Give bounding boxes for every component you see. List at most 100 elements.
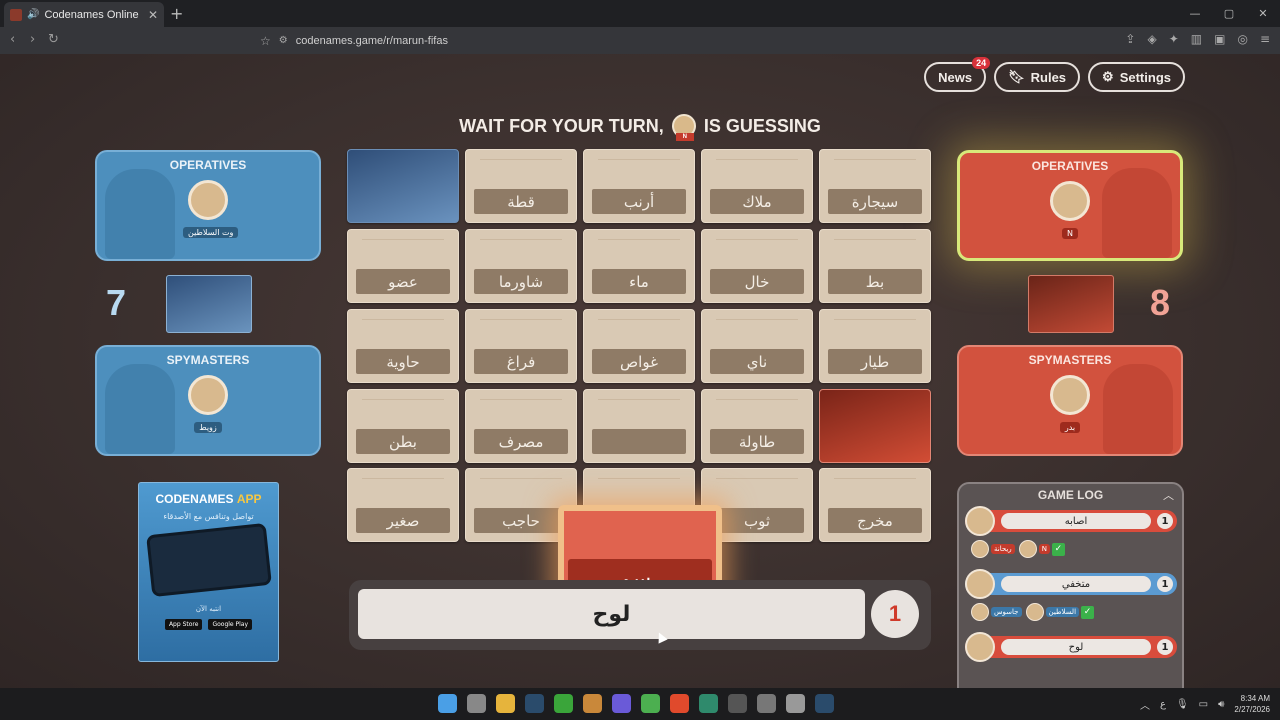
log-clue: لوح [1001,639,1151,655]
shield-icon[interactable]: ◈ [1147,32,1156,46]
word-card[interactable]: أرنب [583,149,695,223]
chevron-up-icon[interactable]: ︿ [1163,487,1174,503]
extensions-icon[interactable]: ✦ [1169,32,1179,46]
card-word: قطة [474,189,568,214]
settings-button[interactable]: ⚙ Settings [1088,62,1185,92]
player-card[interactable]: بدر [1045,375,1095,434]
word-card[interactable]: ناي [701,309,813,383]
log-entry: لوح 1 [965,632,1177,662]
xbox-icon[interactable] [554,694,573,713]
game-log[interactable]: GAME LOG ︿ اصابه 1 ريحانة N ✓ متخفي 1 جا… [957,482,1184,692]
word-card[interactable] [583,389,695,463]
top-buttons: News 24 🔖︎ Rules ⚙ Settings [924,57,1185,92]
close-window-button[interactable]: ✕ [1246,0,1280,27]
url-text[interactable]: codenames.game/r/marun-fifas [296,35,448,47]
player-card[interactable]: وت السلاطين [183,180,239,239]
card-word: بط [828,269,922,294]
word-card[interactable]: طاولة [701,389,813,463]
chevron-up-icon[interactable]: ︿ [1140,697,1150,712]
word-card[interactable]: غواص [583,309,695,383]
word-card[interactable]: مخرج [819,468,931,542]
browser-tab[interactable]: 🔊 Codenames Online ✕ [4,2,164,27]
player-card[interactable]: زويط [183,375,233,434]
discord-icon[interactable] [612,694,631,713]
word-card[interactable]: مصرف [465,389,577,463]
brave-icon[interactable] [670,694,689,713]
wallet-icon[interactable]: ▣ [1214,32,1225,46]
network-icon[interactable]: ▭ [1199,699,1208,710]
app-icon[interactable] [699,694,718,713]
card-emboss [480,239,562,253]
clock[interactable]: 8:34 AM 2/27/2026 [1234,693,1270,715]
capcut-icon[interactable] [728,694,747,713]
word-card[interactable]: سيجارة [819,149,931,223]
word-card[interactable]: بطن [347,389,459,463]
word-card[interactable]: ملاك [701,149,813,223]
card-emboss [716,478,798,492]
card-word: طيار [828,349,922,374]
volume-icon[interactable]: 🔊︎ [1218,699,1224,710]
sidebar-icon[interactable]: ▥ [1191,32,1202,46]
app-promo-banner[interactable]: CODENAMES APP تواصل وتنافس مع الأصدقاء ا… [138,482,279,662]
word-card[interactable]: ماء [583,229,695,303]
maximize-button[interactable]: ▢ [1212,0,1246,27]
app-store-badge[interactable]: App Store [164,619,203,630]
bookmark-icon[interactable]: ☆ [260,34,271,48]
app-icon[interactable] [786,694,805,713]
word-card[interactable] [819,389,931,463]
word-card[interactable]: شاورما [465,229,577,303]
card-emboss [598,159,680,173]
new-tab-button[interactable]: + [170,4,183,23]
reload-icon[interactable]: ↻ [48,32,59,47]
word-card[interactable] [347,149,459,223]
vpn-icon[interactable]: ◎ [1237,32,1247,46]
address-bar[interactable]: ☆ ⚙ codenames.game/r/marun-fifas [250,30,1000,51]
card-emboss [362,239,444,253]
settings-app-icon[interactable] [467,694,486,713]
app-icon[interactable] [583,694,602,713]
site-info-icon[interactable]: ⚙ [279,35,288,46]
guessing-player-avatar [671,114,696,141]
promo-title: CODENAMES APP [155,492,262,506]
share-icon[interactable]: ⇪ [1125,32,1135,46]
audio-icon[interactable]: 🔊 [27,9,39,20]
word-card[interactable]: قطة [465,149,577,223]
word-card[interactable]: عضو [347,229,459,303]
start-icon[interactable] [438,694,457,713]
steam-icon[interactable] [815,694,834,713]
log-guesses: ريحانة N ✓ [971,540,1065,558]
word-card[interactable]: طيار [819,309,931,383]
google-play-badge[interactable]: Google Play [208,619,253,630]
clue-word: لوح [358,589,865,639]
rules-button[interactable]: 🔖︎ Rules [994,62,1081,92]
player-card[interactable]: N [1045,181,1095,240]
word-card[interactable]: فراغ [465,309,577,383]
menu-icon[interactable]: ≡ [1260,32,1270,46]
word-card[interactable]: خال [701,229,813,303]
chrome-icon[interactable] [641,694,660,713]
card-emboss [834,239,916,253]
settings-label: Settings [1119,69,1171,85]
game-log-title: GAME LOG [1037,488,1104,502]
tab-close-icon[interactable]: ✕ [148,8,158,22]
player-name: بدر [1059,422,1081,433]
system-tray: ︿ ع 🎙︎ ▭ 🔊︎ 8:34 AM 2/27/2026 [1140,693,1270,715]
log-clue: اصابه [1001,513,1151,529]
word-card[interactable]: بط [819,229,931,303]
log-number: 1 [1157,639,1173,655]
steam-icon[interactable] [525,694,544,713]
minimize-button[interactable]: — [1178,0,1212,27]
file-explorer-icon[interactable] [496,694,515,713]
news-badge: 24 [972,57,991,69]
lang-indicator[interactable]: ع [1160,699,1166,710]
news-button[interactable]: News 24 [924,57,991,92]
word-card[interactable]: صغير [347,468,459,542]
forward-icon[interactable]: › [30,32,35,47]
app-icon[interactable] [757,694,776,713]
card-word: ملاك [710,189,804,214]
word-card[interactable]: حاوية [347,309,459,383]
mic-icon[interactable]: 🎙︎ [1176,699,1189,710]
card-word: بطن [356,429,450,454]
blue-spymasters-panel: SPYMASTERS زويط [95,345,321,456]
back-icon[interactable]: ‹ [10,32,15,47]
